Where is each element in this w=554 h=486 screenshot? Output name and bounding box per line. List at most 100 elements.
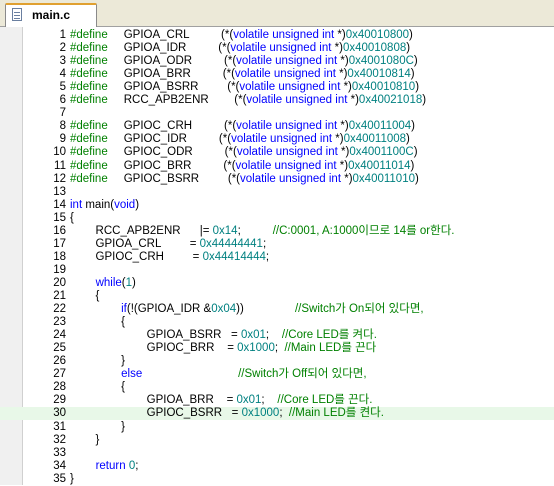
code-line[interactable]: 25 GPIOC_BRR = 0x1000; //Main LED를 끈다 xyxy=(0,342,554,355)
code-line[interactable]: 10 #define GPIOC_ODR (*(volatile unsigned… xyxy=(0,146,554,159)
code-token: *) xyxy=(335,68,348,81)
code-line[interactable]: 9 #define GPIOC_IDR (*(volatile unsigned … xyxy=(0,133,554,146)
code-line[interactable]: 29 GPIOA_BRR = 0x01; //Core LED를 끈다. xyxy=(0,394,554,407)
code-line[interactable]: 33 xyxy=(0,447,554,460)
code-token: else xyxy=(121,368,143,381)
code-line[interactable]: 4 #define GPIOA_BRR (*(volatile unsigned … xyxy=(0,68,554,81)
code-line[interactable]: 20 while(1) xyxy=(0,277,554,290)
code-line[interactable]: 5 #define GPIOA_BSRR (*(volatile unsigned… xyxy=(0,81,554,94)
code-text: int main(void) xyxy=(70,199,139,212)
code-line[interactable]: 26 } xyxy=(0,355,554,368)
code-line[interactable]: 34 return 0; xyxy=(0,460,554,473)
code-token: #define xyxy=(70,68,108,81)
line-number: 6 xyxy=(59,94,66,107)
code-token: 0x40010808 xyxy=(342,42,407,55)
code-line[interactable]: 1 #define GPIOA_CRL (*(volatile unsigned … xyxy=(0,29,554,42)
code-text: #define GPIOC_CRH (*(volatile unsigned i… xyxy=(70,120,415,133)
line-number: 31 xyxy=(53,420,66,433)
code-token: #define xyxy=(70,146,108,159)
code-token: #define xyxy=(70,55,108,68)
code-line[interactable]: 24 GPIOA_BSRR = 0x01; //Core LED를 켜다. xyxy=(0,329,554,342)
code-token: } xyxy=(70,472,74,485)
code-token: *) xyxy=(347,94,359,107)
code-line[interactable]: 13 xyxy=(0,186,554,199)
line-number: 23 xyxy=(53,316,66,329)
code-line[interactable]: 21 { xyxy=(0,290,554,303)
code-token: ; xyxy=(237,224,273,237)
code-token: GPIOC_CRH = xyxy=(70,250,203,263)
code-text: return 0; xyxy=(70,460,139,473)
code-token: 0x44444441 xyxy=(199,237,263,250)
code-token: ) xyxy=(415,81,420,94)
code-token: ) xyxy=(413,55,418,68)
code-text: } xyxy=(70,421,125,434)
code-text: #define GPIOA_IDR (*(volatile unsigned i… xyxy=(70,42,410,55)
code-text: GPIOC_BSRR = 0x1000; //Main LED를 켠다. xyxy=(70,407,384,420)
code-token: ) xyxy=(411,120,415,133)
code-line[interactable]: 35} xyxy=(0,473,554,486)
code-token: (!(GPIOA_IDR & xyxy=(126,303,212,316)
code-line[interactable]: 3 #define GPIOA_ODR (*(volatile unsigned … xyxy=(0,55,554,68)
code-line[interactable]: 28 { xyxy=(0,381,554,394)
code-line[interactable]: 2 #define GPIOA_IDR (*(volatile unsigned … xyxy=(0,42,554,55)
code-token: volatile unsigned int xyxy=(234,68,336,81)
code-text: { xyxy=(70,212,74,225)
line-number: 3 xyxy=(59,55,66,68)
code-editor[interactable]: 1 #define GPIOA_CRL (*(volatile unsigned … xyxy=(0,27,554,485)
code-token: 0x14 xyxy=(212,224,238,237)
code-line[interactable]: 15 { xyxy=(0,212,554,225)
code-token: ) xyxy=(132,276,136,289)
code-line[interactable]: 27 else //Switch가 Off되어 있다면, xyxy=(0,368,554,381)
code-token: GPIOC_CRH (*( xyxy=(107,120,237,133)
code-line[interactable]: 19 xyxy=(0,264,554,277)
code-text: GPIOA_BSRR = 0x01; //Core LED를 켜다. xyxy=(70,329,377,342)
code-line[interactable]: 8 #define GPIOC_CRH (*(volatile unsigned … xyxy=(0,120,554,133)
code-token: GPIOA_CRL (*( xyxy=(107,29,234,41)
line-number: 20 xyxy=(53,276,66,289)
code-line[interactable]: 11 #define GPIOC_BRR (*(volatile unsigned… xyxy=(0,160,554,173)
code-token: volatile unsigned int xyxy=(236,55,338,68)
code-token: GPIOA_BRR (*( xyxy=(107,68,235,81)
code-line[interactable]: 7 xyxy=(0,107,554,120)
code-line[interactable]: 12 #define GPIOC_BSRR (*(volatile unsigne… xyxy=(0,173,554,186)
code-token: GPIOA_IDR (*( xyxy=(107,42,231,55)
code-token: 0x04 xyxy=(211,303,237,316)
code-token: 0x1000 xyxy=(237,342,275,355)
code-token: } xyxy=(70,433,100,446)
code-text: #define GPIOA_BSRR (*(volatile unsigned … xyxy=(70,81,419,94)
line-number: 28 xyxy=(53,381,66,394)
code-line[interactable]: 17 GPIOA_CRL = 0x44444441; xyxy=(0,238,554,251)
code-token: volatile unsigned int xyxy=(236,146,338,159)
code-token: 0x40011014 xyxy=(348,159,411,172)
code-line[interactable]: 16 RCC_APB2ENR |= 0x14; //C:0001, A:1000… xyxy=(0,225,554,238)
code-line[interactable]: 30 GPIOC_BSRR = 0x1000; //Main LED를 켠다. xyxy=(0,407,554,421)
code-line[interactable]: 32 } xyxy=(0,434,554,447)
code-text: #define GPIOC_ODR (*(volatile unsigned i… xyxy=(70,146,418,159)
code-line[interactable]: 23 { xyxy=(0,316,554,329)
code-token: ; xyxy=(279,407,289,420)
code-token: 0x40010800 xyxy=(345,29,410,41)
code-token: ) xyxy=(410,159,415,172)
code-line[interactable]: 31 } xyxy=(0,421,554,434)
code-token: GPIOA_CRL = xyxy=(70,237,200,250)
code-token: ; xyxy=(261,394,278,407)
tab-main-c[interactable]: main.c xyxy=(5,3,97,27)
code-line[interactable]: 14 int main(void) xyxy=(0,199,554,212)
code-token: ) xyxy=(409,29,413,41)
code-text: } xyxy=(70,355,125,368)
code-token: //Main LED를 켠다. xyxy=(288,407,384,420)
code-token: *) xyxy=(337,146,350,159)
code-token: 0x01 xyxy=(236,394,262,407)
code-line[interactable]: 6 #define RCC_APB2ENR (*(volatile unsigne… xyxy=(0,94,554,107)
line-number: 35 xyxy=(53,472,66,485)
code-token: GPIOC_IDR (*( xyxy=(107,133,232,146)
code-token: 0x40011010 xyxy=(352,172,415,185)
code-token: ; xyxy=(265,250,270,263)
line-number: 8 xyxy=(59,120,66,133)
code-token: *) xyxy=(340,81,352,94)
code-token: volatile unsigned int xyxy=(236,120,338,133)
code-line[interactable]: 22 if(!(GPIOA_IDR &0x04)) //Switch가 On되어… xyxy=(0,303,554,316)
code-line[interactable]: 18 GPIOC_CRH = 0x44414444; xyxy=(0,251,554,264)
